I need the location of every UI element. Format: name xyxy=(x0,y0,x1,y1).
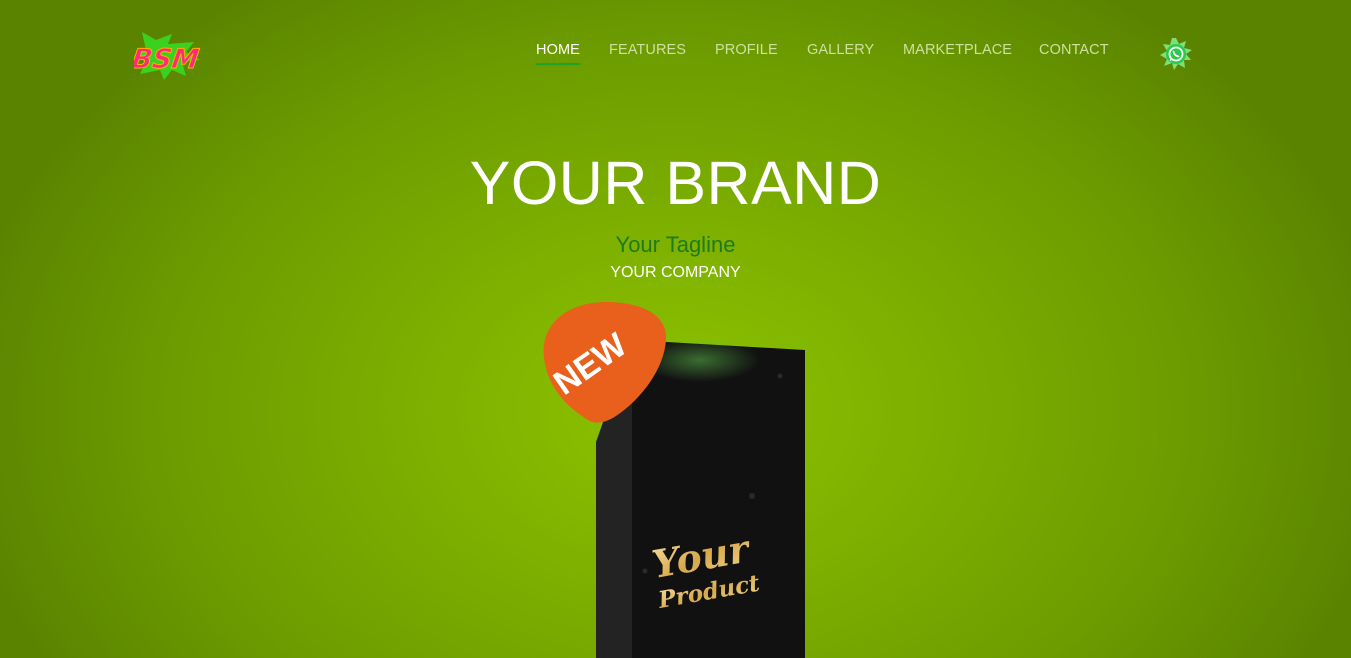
hero-title: YOUR BRAND xyxy=(469,149,882,217)
nav-features[interactable]: FEATURES xyxy=(609,42,686,58)
nav-gallery[interactable]: GALLERY xyxy=(807,42,874,58)
hero-tagline: Your Tagline xyxy=(615,232,736,257)
product-box-front xyxy=(632,340,805,658)
hero-company: YOUR COMPANY xyxy=(610,264,741,281)
product-image: Your Product NEW xyxy=(543,302,805,658)
brand-logo[interactable]: BSM xyxy=(134,30,204,80)
whatsapp-icon[interactable] xyxy=(1160,38,1192,70)
nav-contact[interactable]: CONTACT xyxy=(1039,42,1109,58)
nav-marketplace[interactable]: MARKETPLACE xyxy=(903,42,1012,58)
logo-text: BSM xyxy=(134,44,201,75)
nav-home[interactable]: HOME xyxy=(536,42,580,65)
nav-profile[interactable]: PROFILE xyxy=(715,42,778,58)
